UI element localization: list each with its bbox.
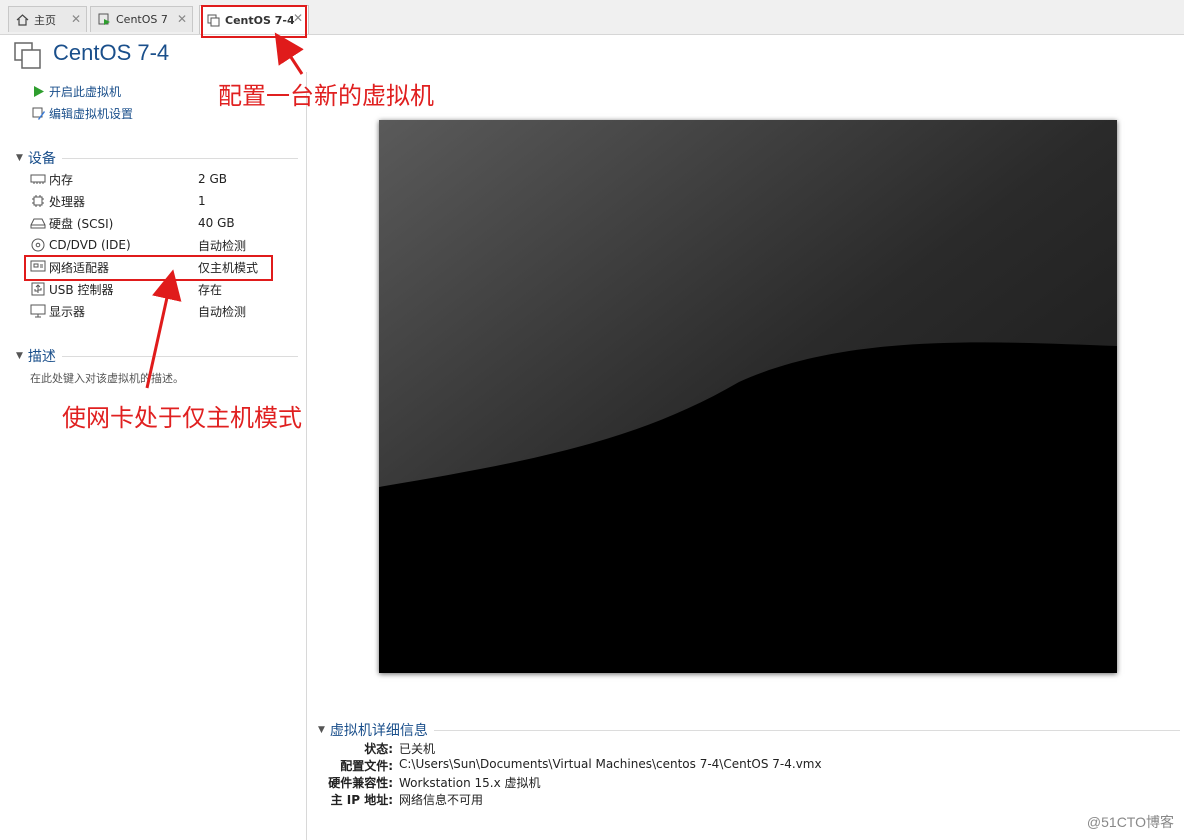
- device-value: 40 GB: [198, 216, 235, 230]
- devices-heading: 设备: [27, 151, 56, 167]
- edit-icon: [32, 107, 46, 121]
- power-on-label: 开启此虚拟机: [49, 85, 122, 99]
- watermark: @51CTO博客: [1086, 814, 1174, 830]
- tab-label: CentOS 7: [116, 13, 168, 26]
- detail-row-hardware-compat: 硬件兼容性: Workstation 15.x 虚拟机: [300, 774, 541, 791]
- detail-row-config-file: 配置文件: C:\Users\Sun\Documents\Virtual Mac…: [300, 757, 822, 774]
- tab-centos-7[interactable]: CentOS 7 ✕: [90, 6, 193, 32]
- vm-details-section-header[interactable]: ▼ 虚拟机详细信息: [318, 720, 1180, 740]
- device-row-cd-dvd[interactable]: CD/DVD (IDE) 自动检测: [30, 235, 280, 255]
- play-icon: [32, 85, 46, 99]
- detail-value: 网络信息不可用: [399, 793, 484, 807]
- device-name: USB 控制器: [49, 282, 114, 297]
- arrow-to-tab: [274, 32, 304, 75]
- edit-settings-button[interactable]: 编辑虚拟机设置: [32, 105, 133, 122]
- page-title: CentOS 7-4: [53, 40, 170, 65]
- collapse-triangle-icon: ▼: [16, 351, 23, 361]
- device-row-cpu[interactable]: 处理器 1: [30, 191, 280, 211]
- detail-value: 已关机: [399, 742, 436, 756]
- device-value: 存在: [198, 282, 223, 297]
- description-section-header[interactable]: ▼ 描述: [16, 346, 298, 366]
- device-value: 2 GB: [198, 172, 227, 186]
- device-value: 1: [198, 194, 206, 208]
- device-row-usb[interactable]: USB 控制器 存在: [30, 279, 280, 299]
- description-heading: 描述: [27, 349, 56, 365]
- collapse-triangle-icon: ▼: [318, 725, 325, 735]
- tab-label: 主页: [34, 13, 56, 27]
- device-name: 内存: [49, 172, 74, 187]
- device-value: 自动检测: [198, 238, 247, 253]
- close-icon[interactable]: ✕: [177, 12, 187, 26]
- detail-row-ip-address: 主 IP 地址: 网络信息不可用: [300, 791, 483, 808]
- annotation-box-tab: [201, 5, 307, 38]
- detail-key: 主 IP 地址:: [330, 793, 393, 807]
- detail-value: Workstation 15.x 虚拟机: [399, 776, 541, 790]
- detail-row-status: 状态: 已关机: [300, 740, 435, 757]
- device-row-memory[interactable]: 内存 2 GB: [30, 169, 280, 189]
- device-row-hard-disk[interactable]: 硬盘 (SCSI) 40 GB: [30, 213, 280, 233]
- annotation-text-new-vm: 配置一台新的虚拟机: [218, 82, 434, 110]
- divider: [433, 729, 1180, 731]
- edit-settings-label: 编辑虚拟机设置: [49, 107, 134, 121]
- device-name: CD/DVD (IDE): [49, 238, 131, 252]
- devices-section-header[interactable]: ▼ 设备: [16, 148, 298, 168]
- close-icon[interactable]: ✕: [71, 12, 81, 26]
- vm-large-icon: [14, 42, 42, 70]
- tab-home[interactable]: 主页 ✕: [8, 6, 87, 32]
- details-heading: 虚拟机详细信息: [329, 723, 428, 739]
- device-name: 处理器: [49, 194, 86, 209]
- tab-bar: 主页 ✕ CentOS 7 ✕ CentOS 7-4 ✕: [0, 0, 1184, 35]
- annotation-box-network-adapter: [24, 255, 273, 281]
- display-icon: [30, 304, 46, 318]
- usb-icon: [30, 282, 46, 296]
- detail-key: 配置文件:: [340, 759, 393, 773]
- home-icon: [15, 13, 29, 27]
- memory-icon: [30, 172, 46, 186]
- description-input[interactable]: 在此处键入对该虚拟机的描述。: [30, 370, 184, 386]
- cpu-icon: [30, 194, 46, 208]
- hard-disk-icon: [30, 216, 46, 230]
- divider: [61, 355, 298, 357]
- annotation-text-host-only: 使网卡处于仅主机模式: [62, 404, 302, 432]
- cd-dvd-icon: [30, 238, 46, 252]
- power-on-button[interactable]: 开启此虚拟机: [32, 83, 121, 100]
- vm-running-icon: [97, 13, 111, 27]
- device-name: 显示器: [49, 304, 86, 319]
- device-row-display[interactable]: 显示器 自动检测: [30, 301, 280, 321]
- device-name: 硬盘 (SCSI): [49, 216, 114, 231]
- divider: [61, 157, 298, 159]
- device-value: 自动检测: [198, 304, 247, 319]
- vm-summary-panel: 开启此虚拟机 编辑虚拟机设置 ▼ 设备 内存 2 GB 处理器 1 硬盘 (SC…: [0, 72, 307, 840]
- collapse-triangle-icon: ▼: [16, 153, 23, 163]
- detail-key: 硬件兼容性:: [328, 776, 393, 790]
- detail-value: C:\Users\Sun\Documents\Virtual Machines\…: [399, 757, 822, 771]
- detail-key: 状态:: [364, 742, 393, 756]
- vm-preview-thumbnail[interactable]: [379, 120, 1117, 673]
